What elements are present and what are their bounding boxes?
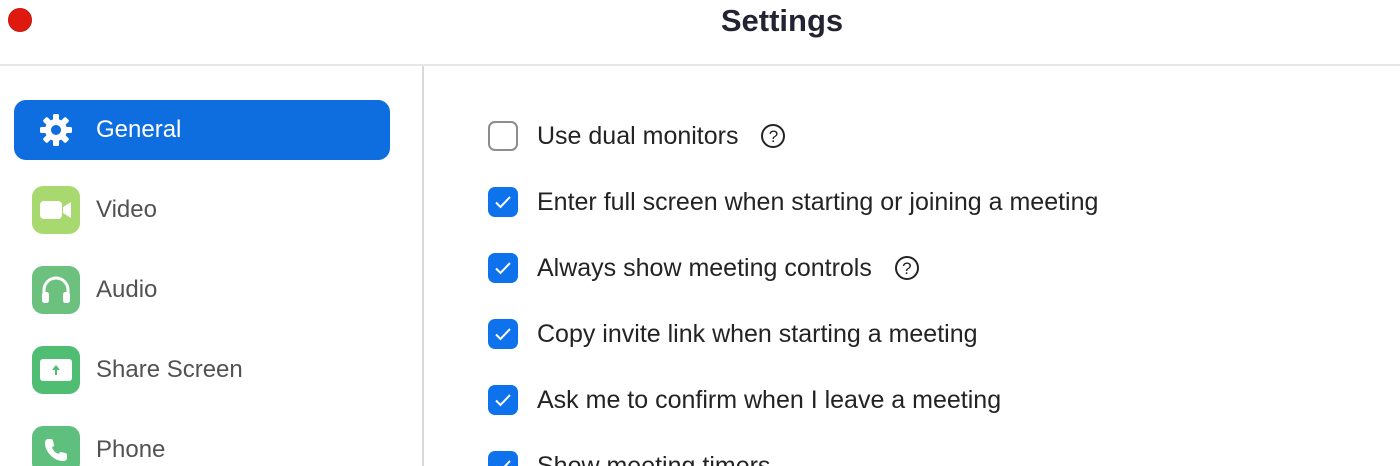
checkmark-icon bbox=[495, 262, 511, 275]
option-label: Ask me to confirm when I leave a meeting bbox=[537, 385, 1002, 414]
sidebar-item-label: Phone bbox=[96, 436, 166, 463]
option-label: Enter full screen when starting or joini… bbox=[537, 187, 1099, 216]
option-row: Copy invite link when starting a meeting bbox=[488, 316, 978, 352]
sidebar-item-phone[interactable]: Phone bbox=[14, 420, 390, 466]
option-row: Use dual monitors ? bbox=[488, 118, 786, 154]
option-label: Show meeting timers bbox=[537, 451, 771, 466]
dual-monitors-checkbox[interactable] bbox=[488, 121, 518, 151]
option-row: Show meeting timers bbox=[488, 448, 770, 466]
settings-window: Settings General Video Audio Share Scree… bbox=[0, 0, 1400, 466]
meeting-controls-checkbox[interactable] bbox=[488, 253, 518, 283]
gear-icon bbox=[36, 106, 76, 154]
confirm-leave-checkbox[interactable] bbox=[488, 385, 518, 415]
sidebar-item-label: Share Screen bbox=[96, 356, 243, 383]
headphones-icon bbox=[32, 266, 80, 314]
checkmark-icon bbox=[495, 394, 511, 407]
option-label: Always show meeting controls bbox=[537, 253, 872, 282]
copy-invite-link-checkbox[interactable] bbox=[488, 319, 518, 349]
checkmark-icon bbox=[495, 196, 511, 209]
sidebar-item-video[interactable]: Video bbox=[14, 180, 390, 240]
option-row: Always show meeting controls ? bbox=[488, 250, 919, 286]
share-screen-icon bbox=[32, 346, 80, 394]
checkmark-icon bbox=[496, 460, 511, 466]
option-row: Enter full screen when starting or joini… bbox=[488, 184, 1098, 220]
settings-sidebar: General Video Audio Share Screen Phone bbox=[0, 66, 424, 466]
title-bar: Settings bbox=[0, 0, 1400, 66]
sidebar-item-share-screen[interactable]: Share Screen bbox=[14, 340, 390, 400]
phone-icon bbox=[32, 426, 80, 466]
help-icon[interactable]: ? bbox=[894, 256, 919, 280]
meeting-timers-checkbox[interactable] bbox=[488, 451, 518, 466]
sidebar-item-general[interactable]: General bbox=[14, 100, 390, 160]
general-settings-panel: Use dual monitors ? Enter full screen wh… bbox=[424, 66, 1400, 466]
sidebar-item-label: General bbox=[96, 116, 182, 143]
window-title: Settings bbox=[720, 3, 844, 38]
option-label: Copy invite link when starting a meeting bbox=[537, 319, 978, 348]
checkmark-icon bbox=[495, 328, 511, 341]
full-screen-checkbox[interactable] bbox=[488, 187, 518, 217]
sidebar-item-label: Video bbox=[96, 196, 157, 223]
sidebar-item-label: Audio bbox=[96, 276, 158, 303]
sidebar-item-audio[interactable]: Audio bbox=[14, 260, 390, 320]
video-camera-icon bbox=[32, 186, 80, 234]
help-icon[interactable]: ? bbox=[761, 124, 786, 148]
option-row: Ask me to confirm when I leave a meeting bbox=[488, 382, 1001, 418]
option-label: Use dual monitors bbox=[537, 121, 739, 150]
